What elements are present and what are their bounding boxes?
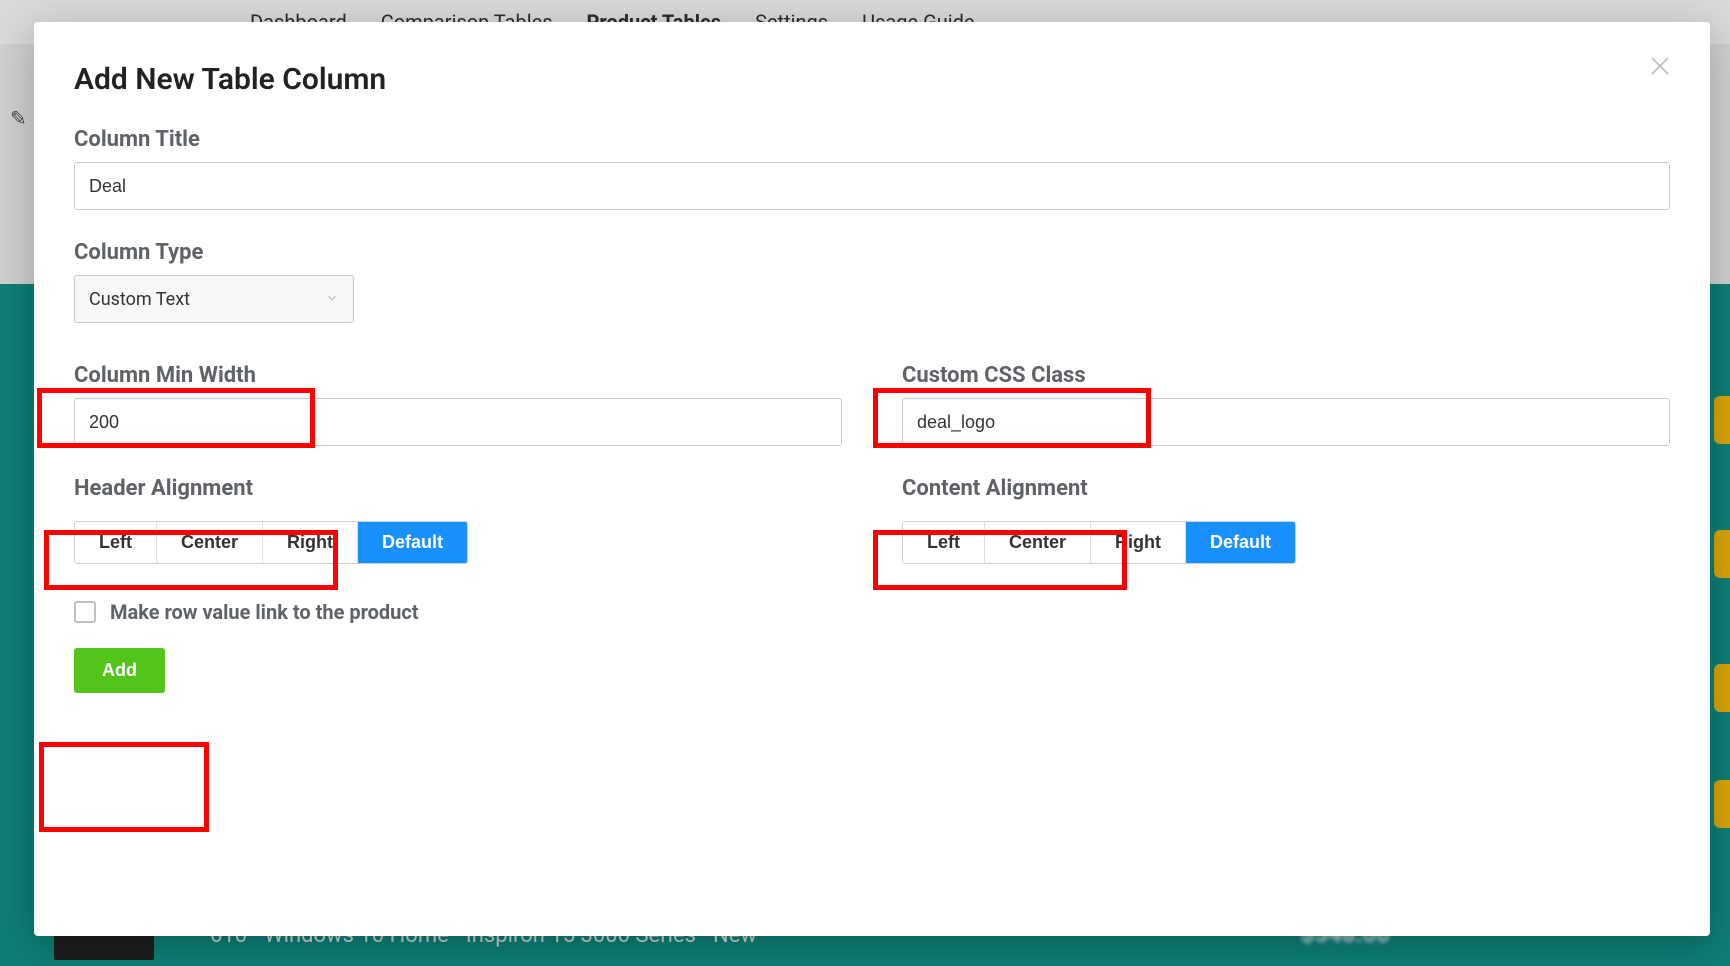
label-column-min-width: Column Min Width — [74, 363, 256, 388]
link-to-product-label: Make row value link to the product — [110, 600, 419, 624]
header-align-default[interactable]: Default — [358, 522, 467, 563]
column-type-value: Custom Text — [89, 289, 190, 310]
content-align-default[interactable]: Default — [1186, 522, 1295, 563]
highlight-add-button — [39, 742, 209, 832]
edit-icon: ✎ — [10, 106, 27, 130]
link-to-product-checkbox[interactable] — [74, 601, 96, 623]
label-custom-css-class: Custom CSS Class — [902, 363, 1086, 388]
buy-button-peek-3[interactable]: on — [1714, 664, 1730, 712]
buy-button-peek-2[interactable]: on — [1714, 530, 1730, 578]
add-button[interactable]: Add — [74, 648, 165, 693]
content-align-left[interactable]: Left — [903, 522, 985, 563]
header-alignment-group: Left Center Right Default — [74, 521, 468, 564]
add-column-modal: Add New Table Column Column Title Column… — [34, 22, 1710, 936]
column-min-width-input[interactable] — [74, 398, 842, 446]
buy-button-peek-4[interactable]: on — [1714, 780, 1730, 828]
buy-button-peek-1[interactable]: on — [1714, 396, 1730, 444]
header-align-center[interactable]: Center — [157, 522, 263, 563]
label-column-title: Column Title — [74, 127, 200, 152]
column-title-input[interactable] — [74, 162, 1670, 210]
label-header-alignment: Header Alignment — [74, 476, 253, 501]
header-align-left[interactable]: Left — [75, 522, 157, 563]
label-content-alignment: Content Alignment — [902, 476, 1088, 501]
content-align-right[interactable]: Right — [1091, 522, 1186, 563]
header-align-right[interactable]: Right — [263, 522, 358, 563]
close-icon[interactable] — [1646, 52, 1674, 80]
column-type-select[interactable]: Custom Text — [74, 275, 354, 323]
chevron-down-icon — [325, 289, 339, 310]
label-column-type: Column Type — [74, 240, 203, 265]
content-align-center[interactable]: Center — [985, 522, 1091, 563]
content-alignment-group: Left Center Right Default — [902, 521, 1296, 564]
custom-css-class-input[interactable] — [902, 398, 1670, 446]
modal-title: Add New Table Column — [74, 62, 1670, 97]
